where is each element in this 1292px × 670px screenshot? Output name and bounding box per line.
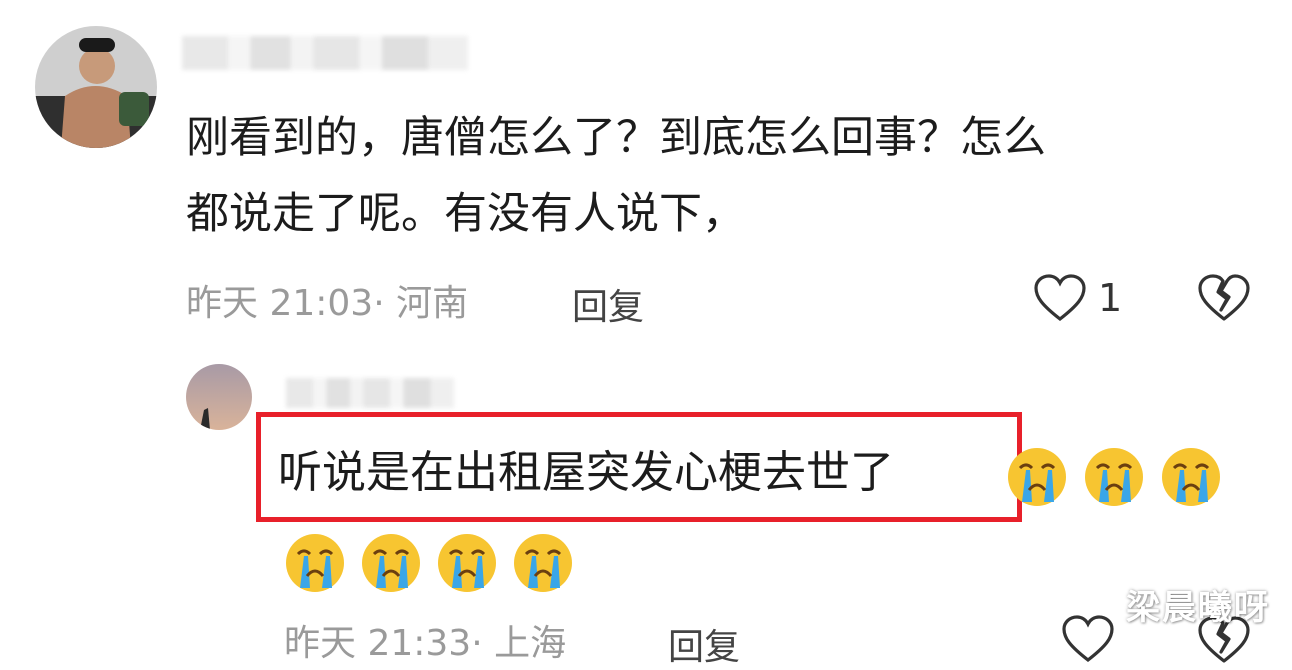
dislike-broken-heart-icon[interactable]: [1196, 272, 1252, 324]
loudly-crying-face-emoji: [436, 532, 498, 594]
replier-avatar[interactable]: [186, 364, 252, 430]
commenter-avatar[interactable]: [35, 26, 157, 148]
like-count: 1: [1098, 276, 1123, 320]
comment-text: 刚看到的，唐僧怎么了？到底怎么回事？怎么 都说走了呢。有没有人说下，: [186, 113, 1046, 239]
loudly-crying-face-emoji: [284, 532, 346, 594]
replier-name-blurred[interactable]: [286, 378, 454, 408]
watermark: 梁晨曦呀: [1126, 588, 1270, 628]
commenter-name-blurred[interactable]: [182, 36, 468, 70]
reply-highlighted-text: 听说是在出租屋突发心梗去世了: [278, 447, 894, 498]
reply-heart-icon[interactable]: [1060, 614, 1116, 664]
loudly-crying-face-emoji: [512, 532, 574, 594]
comment-timestamp-location: 昨天 21:03· 河南: [186, 283, 469, 324]
heart-icon[interactable]: [1032, 273, 1088, 323]
emoji-row-1: [1006, 446, 1222, 508]
loudly-crying-face-emoji: [1006, 446, 1068, 508]
reply-button[interactable]: 回复: [572, 278, 644, 330]
reply-text-line: 听说是在出租屋突发心梗去世了: [278, 430, 894, 506]
loudly-crying-face-emoji: [1160, 446, 1222, 508]
like-button[interactable]: 1: [1032, 272, 1122, 324]
reply-meta: 昨天 21:33· 上海: [284, 618, 566, 664]
emoji-row-2: [284, 532, 574, 594]
loudly-crying-face-emoji: [1083, 446, 1145, 508]
reply-timestamp-location: 昨天 21:33· 上海: [284, 623, 567, 664]
loudly-crying-face-emoji: [360, 532, 422, 594]
reply-reply-button[interactable]: 回复: [668, 618, 740, 670]
comment-meta: 昨天 21:03· 河南: [186, 278, 468, 324]
